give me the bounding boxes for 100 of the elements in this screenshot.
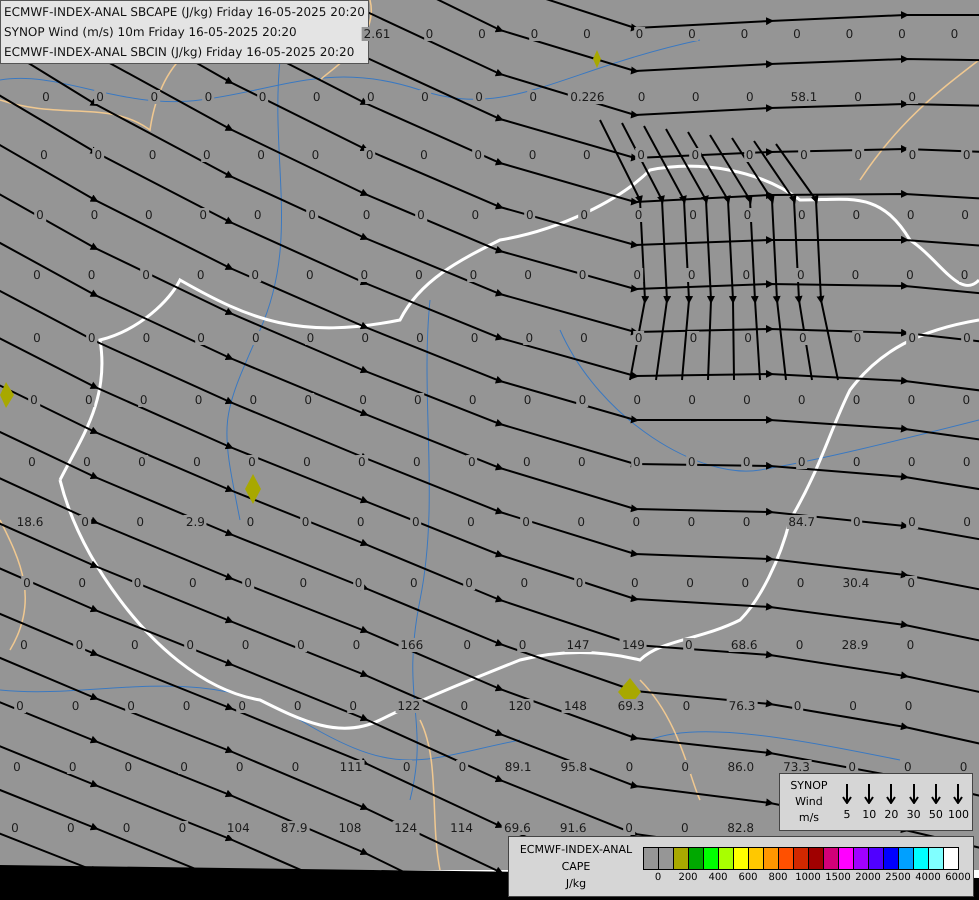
cape-value: 0 bbox=[202, 90, 214, 104]
cape-value: 0 bbox=[88, 208, 100, 222]
cape-value: 0 bbox=[578, 208, 590, 222]
cape-value: 0 bbox=[21, 576, 33, 590]
cape-value: 0 bbox=[742, 208, 754, 222]
cape-value: 0 bbox=[306, 208, 318, 222]
cape-value: 0 bbox=[896, 27, 908, 41]
cape-value: 0 bbox=[70, 699, 82, 713]
cape-value: 82.8 bbox=[725, 821, 756, 835]
cape-value: 0 bbox=[176, 821, 188, 835]
down-arrow-icon bbox=[908, 784, 919, 804]
cape-value: 0 bbox=[461, 638, 473, 652]
cape-value: 111 bbox=[338, 760, 365, 774]
cape-value: 0 bbox=[906, 148, 918, 162]
cape-value: 0 bbox=[686, 393, 698, 407]
cape-value: 0 bbox=[248, 393, 260, 407]
cape-value: 0 bbox=[476, 27, 488, 41]
cape-value: 0 bbox=[852, 331, 864, 345]
cape-value: 0 bbox=[791, 27, 803, 41]
cape-value: 0 bbox=[522, 393, 534, 407]
cape-value: 0 bbox=[304, 268, 316, 282]
cape-value: 0 bbox=[632, 331, 644, 345]
cape-value: 0 bbox=[364, 148, 376, 162]
cape-value: 0 bbox=[458, 699, 470, 713]
cape-value: 0 bbox=[632, 208, 644, 222]
cape-value: 0 bbox=[744, 90, 756, 104]
cape-value: 0 bbox=[472, 148, 484, 162]
cape-value: 0 bbox=[310, 148, 322, 162]
legend-title: Wind bbox=[795, 794, 823, 810]
cape-value: 0 bbox=[741, 393, 753, 407]
cape-value: 0 bbox=[302, 393, 314, 407]
cape-value: 0 bbox=[960, 148, 973, 162]
scale-label: 200 bbox=[677, 871, 699, 885]
cape-value: 0 bbox=[79, 515, 91, 529]
cape-value: 0 bbox=[961, 515, 973, 529]
cape-value: 0 bbox=[292, 699, 304, 713]
cape-value: 0 bbox=[411, 455, 423, 469]
cape-value: 0 bbox=[40, 90, 52, 104]
cape-value: 0 bbox=[906, 515, 918, 529]
cape-value: 0 bbox=[468, 268, 480, 282]
cape-value: 0 bbox=[132, 576, 144, 590]
cape-value: 0 bbox=[740, 455, 753, 469]
cape-value: 2.61 bbox=[362, 27, 392, 41]
cape-value: 0 bbox=[352, 576, 364, 590]
cape-value: 0 bbox=[522, 268, 534, 282]
cape-value: 0 bbox=[310, 90, 322, 104]
cape-value: 0 bbox=[244, 515, 256, 529]
cape-value: 0 bbox=[347, 699, 360, 713]
cape-value: 0 bbox=[528, 27, 540, 41]
cape-value: 0 bbox=[240, 638, 252, 652]
cape-value: 0 bbox=[301, 455, 313, 469]
cape-value: 0 bbox=[581, 27, 593, 41]
cape-value: 0 bbox=[419, 90, 431, 104]
cape-value: 0 bbox=[138, 393, 150, 407]
cape-value: 0 bbox=[412, 393, 424, 407]
cape-value: 0 bbox=[358, 268, 370, 282]
cape-value: 0 bbox=[846, 760, 858, 774]
cape-value: 0 bbox=[844, 27, 856, 41]
cape-value: 148 bbox=[562, 699, 589, 713]
cape-value: 68.6 bbox=[728, 638, 760, 652]
cape-value: 0 bbox=[92, 148, 104, 162]
scale-label: 600 bbox=[737, 871, 759, 885]
cape-value: 0 bbox=[623, 821, 635, 835]
cape-value: 0 bbox=[34, 208, 46, 222]
cape-value: 0 bbox=[18, 638, 30, 652]
cape-value: 69.6 bbox=[502, 821, 533, 835]
cape-value: 0 bbox=[11, 760, 23, 774]
cape-value: 0 bbox=[738, 27, 750, 41]
cape-value: 0 bbox=[740, 268, 752, 282]
cape-value: 0 bbox=[201, 148, 213, 162]
cape-value: 0 bbox=[74, 638, 86, 652]
speed-label: 50 bbox=[928, 808, 943, 820]
cape-value: 0 bbox=[527, 90, 540, 104]
cape-value: 0 bbox=[146, 148, 158, 162]
legend-title: CAPE bbox=[562, 859, 590, 875]
cape-value: 0 bbox=[850, 455, 862, 469]
cape-value: 0 bbox=[86, 268, 98, 282]
cape-value: 84.7 bbox=[786, 515, 818, 529]
cape-value: 0 bbox=[906, 455, 918, 469]
scale-label: 2500 bbox=[884, 871, 912, 885]
scale-label: 400 bbox=[707, 871, 729, 885]
down-arrow-icon bbox=[864, 784, 874, 804]
cape-value: 0 bbox=[197, 208, 210, 222]
cape-value: 0 bbox=[850, 268, 862, 282]
cape-value: 0 bbox=[9, 821, 21, 835]
cape-value: 0 bbox=[688, 331, 700, 345]
cape-value: 0 bbox=[961, 331, 973, 345]
cape-value: 0 bbox=[120, 821, 132, 835]
cape-value: 0 bbox=[679, 760, 691, 774]
cape-value: 69.3 bbox=[616, 699, 646, 713]
cape-value: 0 bbox=[470, 208, 482, 222]
cape-value: 0 bbox=[960, 455, 972, 469]
cape-value: 0 bbox=[906, 90, 918, 104]
scale-label: 6000 bbox=[944, 871, 972, 885]
speed-label: 100 bbox=[948, 808, 969, 820]
cape-value: 0 bbox=[631, 393, 644, 407]
cape-value: 76.3 bbox=[726, 699, 758, 713]
cape-value: 0 bbox=[682, 638, 695, 652]
cape-value: 0 bbox=[128, 638, 141, 652]
speed-label: 20 bbox=[884, 808, 898, 820]
